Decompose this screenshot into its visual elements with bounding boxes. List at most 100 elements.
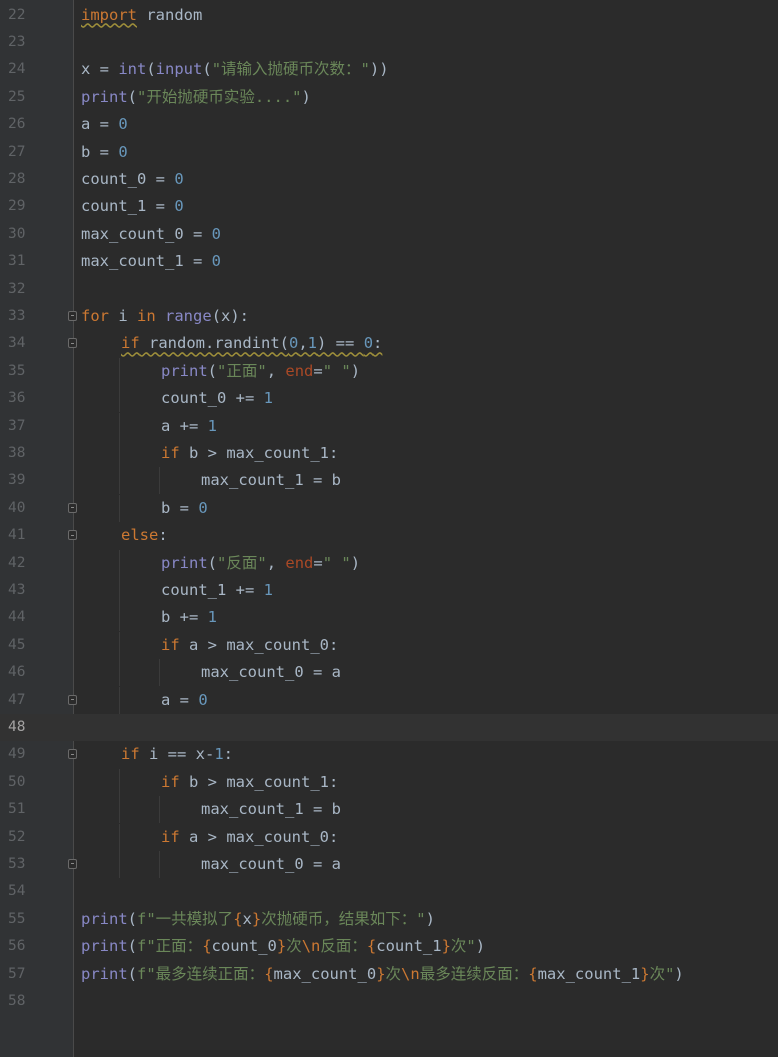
- code-token: max_count_1 =: [81, 252, 212, 271]
- code-line[interactable]: 58: [0, 988, 778, 1015]
- code-line[interactable]: 33 for i in range(x):: [0, 303, 778, 330]
- code-editor[interactable]: 22 import random 23 24 x = int(input("请输入抛硬币…: [0, 0, 778, 1057]
- line-number: 53: [8, 855, 26, 872]
- code-token: {: [202, 937, 212, 956]
- code-area[interactable]: 22 import random 23 24 x = int(input("请输入抛硬币…: [0, 0, 778, 1057]
- code-line[interactable]: 23: [0, 29, 778, 56]
- line-number: 43: [8, 581, 26, 598]
- code-token: 次": [450, 937, 476, 956]
- fold-marker-icon[interactable]: [68, 858, 77, 869]
- indent-guide: [119, 768, 120, 796]
- code-line[interactable]: 22 import random: [0, 2, 778, 29]
- code-token: (: [127, 909, 138, 928]
- line-number: 33: [8, 307, 26, 324]
- code-token: }: [276, 937, 287, 956]
- code-line[interactable]: 48: [0, 713, 778, 741]
- code-token: i == x-: [139, 745, 215, 764]
- code-token: random: [137, 5, 203, 24]
- code-line[interactable]: 37 a += 1: [0, 412, 778, 440]
- code-token: count_1 +=: [161, 580, 264, 599]
- code-token: print: [81, 909, 128, 928]
- code-line[interactable]: 52 if a > max_count_0:: [0, 823, 778, 851]
- fold-marker-icon[interactable]: [68, 749, 77, 760]
- code-line[interactable]: 54: [0, 878, 778, 905]
- code-line[interactable]: 25 print("开始抛硬币实验...."): [0, 84, 778, 111]
- code-line[interactable]: 36 count_0 += 1: [0, 385, 778, 413]
- code-line[interactable]: 42 print("反面", end=" "): [0, 549, 778, 577]
- code-token: =: [313, 361, 323, 380]
- code-line[interactable]: 39 max_count_1 = b: [0, 467, 778, 495]
- code-line[interactable]: 50 if b > max_count_1:: [0, 768, 778, 796]
- line-number: 55: [8, 910, 26, 927]
- code-token: :: [373, 334, 383, 353]
- code-line[interactable]: 27 b = 0: [0, 139, 778, 166]
- code-line[interactable]: 30 max_count_0 = 0: [0, 221, 778, 248]
- code-text: b += 1: [161, 604, 217, 631]
- line-number: 38: [8, 444, 26, 461]
- code-line[interactable]: 31 max_count_1 = 0: [0, 248, 778, 275]
- code-line[interactable]: 32: [0, 276, 778, 303]
- code-token: i: [109, 306, 137, 325]
- code-line[interactable]: 44 b += 1: [0, 604, 778, 632]
- line-number: 36: [8, 390, 26, 407]
- code-line[interactable]: 43 count_1 += 1: [0, 576, 778, 604]
- code-token: else: [121, 526, 159, 545]
- code-line[interactable]: 29 count_1 = 0: [0, 193, 778, 220]
- code-token: "请输入抛硬币次数：": [211, 60, 370, 79]
- code-token: 1: [207, 416, 218, 435]
- indent-guide: [119, 357, 120, 385]
- code-line[interactable]: 56 print(f"正面：{count_0}次\n反面：{count_1}次"): [0, 933, 778, 960]
- code-token: if: [161, 635, 180, 654]
- code-token: (: [207, 553, 218, 572]
- code-text: max_count_1 = 0: [81, 248, 221, 275]
- code-line[interactable]: 28 count_0 = 0: [0, 166, 778, 193]
- code-text: count_1 += 1: [161, 577, 273, 604]
- code-token: max_count_1 = b: [201, 800, 341, 819]
- code-token: ): [475, 937, 486, 956]
- code-line[interactable]: 35 print("正面", end=" "): [0, 357, 778, 385]
- code-text: max_count_0 = a: [201, 659, 341, 686]
- indent-guide: [119, 385, 120, 413]
- code-line[interactable]: 51 max_count_1 = b: [0, 796, 778, 824]
- code-line[interactable]: 49 if i == x-1:: [0, 741, 778, 768]
- code-line[interactable]: 46 max_count_0 = a: [0, 659, 778, 687]
- code-line[interactable]: 55 print(f"一共模拟了{x}次抛硬币，结果如下："): [0, 906, 778, 933]
- code-token: end: [285, 553, 314, 572]
- code-line[interactable]: 47 a = 0: [0, 686, 778, 714]
- code-token: print: [161, 553, 208, 572]
- line-number: 56: [8, 938, 26, 955]
- code-line[interactable]: 34 if random.randint(0,1) == 0:: [0, 330, 778, 357]
- code-token: ,: [266, 553, 286, 572]
- code-line[interactable]: 57 print(f"最多连续正面：{max_count_0}次\n最多连续反面：…: [0, 961, 778, 988]
- code-line[interactable]: 53 max_count_0 = a: [0, 850, 778, 878]
- code-line[interactable]: 40 b = 0: [0, 494, 778, 522]
- code-token: ,: [266, 361, 286, 380]
- code-line[interactable]: 24 x = int(input("请输入抛硬币次数：")): [0, 56, 778, 83]
- fold-marker-icon[interactable]: [68, 502, 77, 513]
- fold-marker-icon[interactable]: [68, 530, 77, 541]
- fold-marker-icon[interactable]: [68, 338, 77, 349]
- code-line[interactable]: 41 else:: [0, 522, 778, 549]
- fold-marker-icon[interactable]: [68, 694, 77, 705]
- code-text: b = 0: [161, 495, 208, 522]
- line-number: 51: [8, 801, 26, 818]
- fold-marker-icon[interactable]: [68, 310, 77, 321]
- indent-guide: [159, 850, 160, 878]
- line-number: 39: [8, 472, 26, 489]
- code-line[interactable]: 45 if a > max_count_0:: [0, 631, 778, 659]
- code-token: print: [81, 87, 128, 106]
- code-token: "开始抛硬币实验....": [137, 87, 302, 106]
- code-text: else:: [121, 522, 168, 549]
- code-line[interactable]: 26 a = 0: [0, 111, 778, 138]
- code-token: count_0: [211, 937, 277, 956]
- code-token: {: [366, 937, 377, 956]
- code-text: max_count_1 = b: [201, 796, 341, 823]
- code-text: print(f"一共模拟了{x}次抛硬币，结果如下："): [81, 906, 435, 933]
- code-token: ) ==: [317, 334, 364, 353]
- code-line[interactable]: 38 if b > max_count_1:: [0, 439, 778, 467]
- indent-guide: [119, 549, 120, 577]
- code-token: b +=: [161, 608, 208, 627]
- code-token: max_count_0 = a: [201, 663, 341, 682]
- code-text: if i == x-1:: [121, 741, 233, 768]
